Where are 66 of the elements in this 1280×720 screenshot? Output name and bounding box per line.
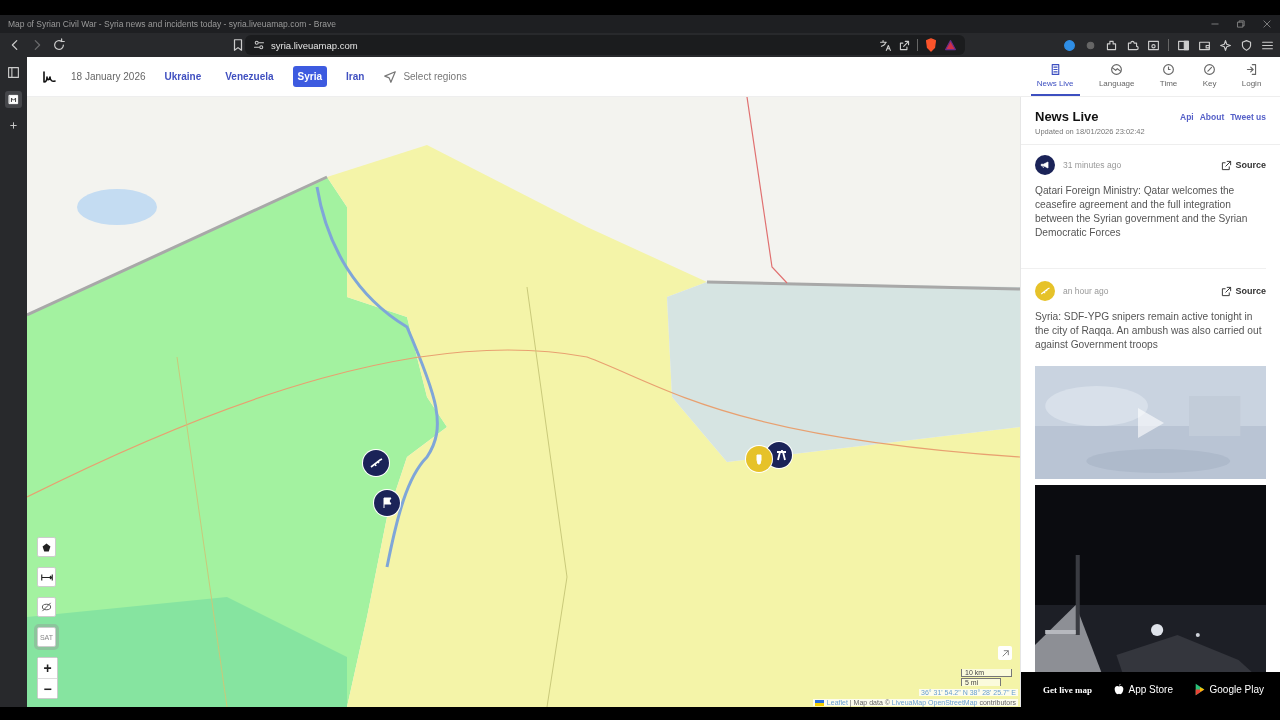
source-link[interactable]: Source <box>1235 160 1266 170</box>
time-label: an hour ago <box>1063 286 1110 296</box>
compass-icon <box>1203 63 1216 76</box>
collapse-button[interactable] <box>998 646 1012 660</box>
source-link[interactable]: Source <box>1235 286 1266 296</box>
globe-icon <box>1110 63 1124 76</box>
bookmark-icon[interactable] <box>231 38 245 52</box>
arrow-icon <box>1000 648 1010 658</box>
select-regions-link[interactable]: Select regions <box>403 71 467 82</box>
reload-icon[interactable] <box>52 38 66 52</box>
map-marker[interactable] <box>746 446 772 472</box>
apple-icon <box>1112 683 1125 696</box>
extension-icon[interactable] <box>1105 38 1118 52</box>
hide-layer-button[interactable] <box>37 597 56 617</box>
nav-tab[interactable]: News Live <box>1030 57 1080 96</box>
header-link[interactable]: About <box>1199 111 1225 122</box>
measure-icon <box>40 572 53 582</box>
external-link-icon[interactable] <box>1221 285 1233 297</box>
close-icon[interactable] <box>1262 19 1272 29</box>
measure-button[interactable] <box>37 567 56 587</box>
panel-title: News Live <box>1035 109 1100 124</box>
sparkle-icon[interactable] <box>1219 38 1232 52</box>
news-text: Syria: SDF-YPG snipers remain active tonight in the city of Raqqa. An ambush was also carried out against Government troops <box>1035 310 1263 352</box>
header-link[interactable]: Tweet us <box>1230 111 1266 122</box>
lion-shield-icon[interactable] <box>924 38 938 52</box>
map-marker[interactable] <box>374 490 400 516</box>
share-icon[interactable] <box>898 38 911 52</box>
flag-icon <box>814 699 824 706</box>
rifle-icon <box>368 455 384 471</box>
triangle-icon[interactable] <box>944 38 957 52</box>
map-marker[interactable] <box>363 450 389 476</box>
nav-tab[interactable]: Time <box>1153 57 1184 96</box>
region-tab[interactable]: Iran <box>341 66 370 87</box>
date-label: 18 January 2026 <box>71 71 146 82</box>
nav-tab[interactable]: Key <box>1196 57 1223 96</box>
restore-icon[interactable] <box>1236 19 1246 29</box>
header-link[interactable]: Api <box>1180 111 1194 122</box>
nav-tab[interactable]: Language <box>1092 57 1141 96</box>
sidebar-icon[interactable] <box>1177 38 1190 52</box>
logo-icon[interactable] <box>41 68 57 85</box>
sidebar-panel-icon[interactable] <box>7 66 20 79</box>
login-icon <box>1245 63 1259 76</box>
nav-tab[interactable]: Login <box>1235 57 1268 96</box>
region-tab[interactable]: Syria <box>292 66 328 87</box>
draw-polygon-button[interactable] <box>37 537 56 557</box>
region-tab[interactable]: Ukraine <box>159 66 207 87</box>
circle-icon[interactable] <box>1063 38 1076 52</box>
window-title: Map of Syrian Civil War - Syria news and incidents today - syria.liveuamap.com - Brave <box>8 19 337 29</box>
send-icon[interactable] <box>383 69 398 84</box>
region-tab[interactable]: Venezuela <box>220 66 279 87</box>
shield-icon[interactable] <box>1240 38 1253 52</box>
store-link[interactable]: App Store <box>1112 683 1173 696</box>
store-link[interactable]: Google Play <box>1193 683 1264 696</box>
play-store-icon <box>1193 683 1206 696</box>
clock-icon <box>1162 63 1176 76</box>
external-link-icon[interactable] <box>1221 159 1233 171</box>
add-icon[interactable] <box>8 120 19 131</box>
get-live-map-label: Get live map <box>1043 684 1092 695</box>
tab-search-icon[interactable] <box>1147 38 1160 52</box>
zoom-out-button[interactable]: − <box>38 678 57 698</box>
time-label: 31 minutes ago <box>1063 160 1123 170</box>
translate-icon[interactable] <box>879 38 892 52</box>
site-settings-icon[interactable] <box>253 39 265 51</box>
news-text: Qatari Foreign Ministry: Qatar welcomes the ceasefire agreement and the full integration between the Syrian government and the Syrian Democratic Forces <box>1035 184 1249 240</box>
pentagon-icon <box>42 542 51 552</box>
eye-slash-icon <box>41 602 52 612</box>
